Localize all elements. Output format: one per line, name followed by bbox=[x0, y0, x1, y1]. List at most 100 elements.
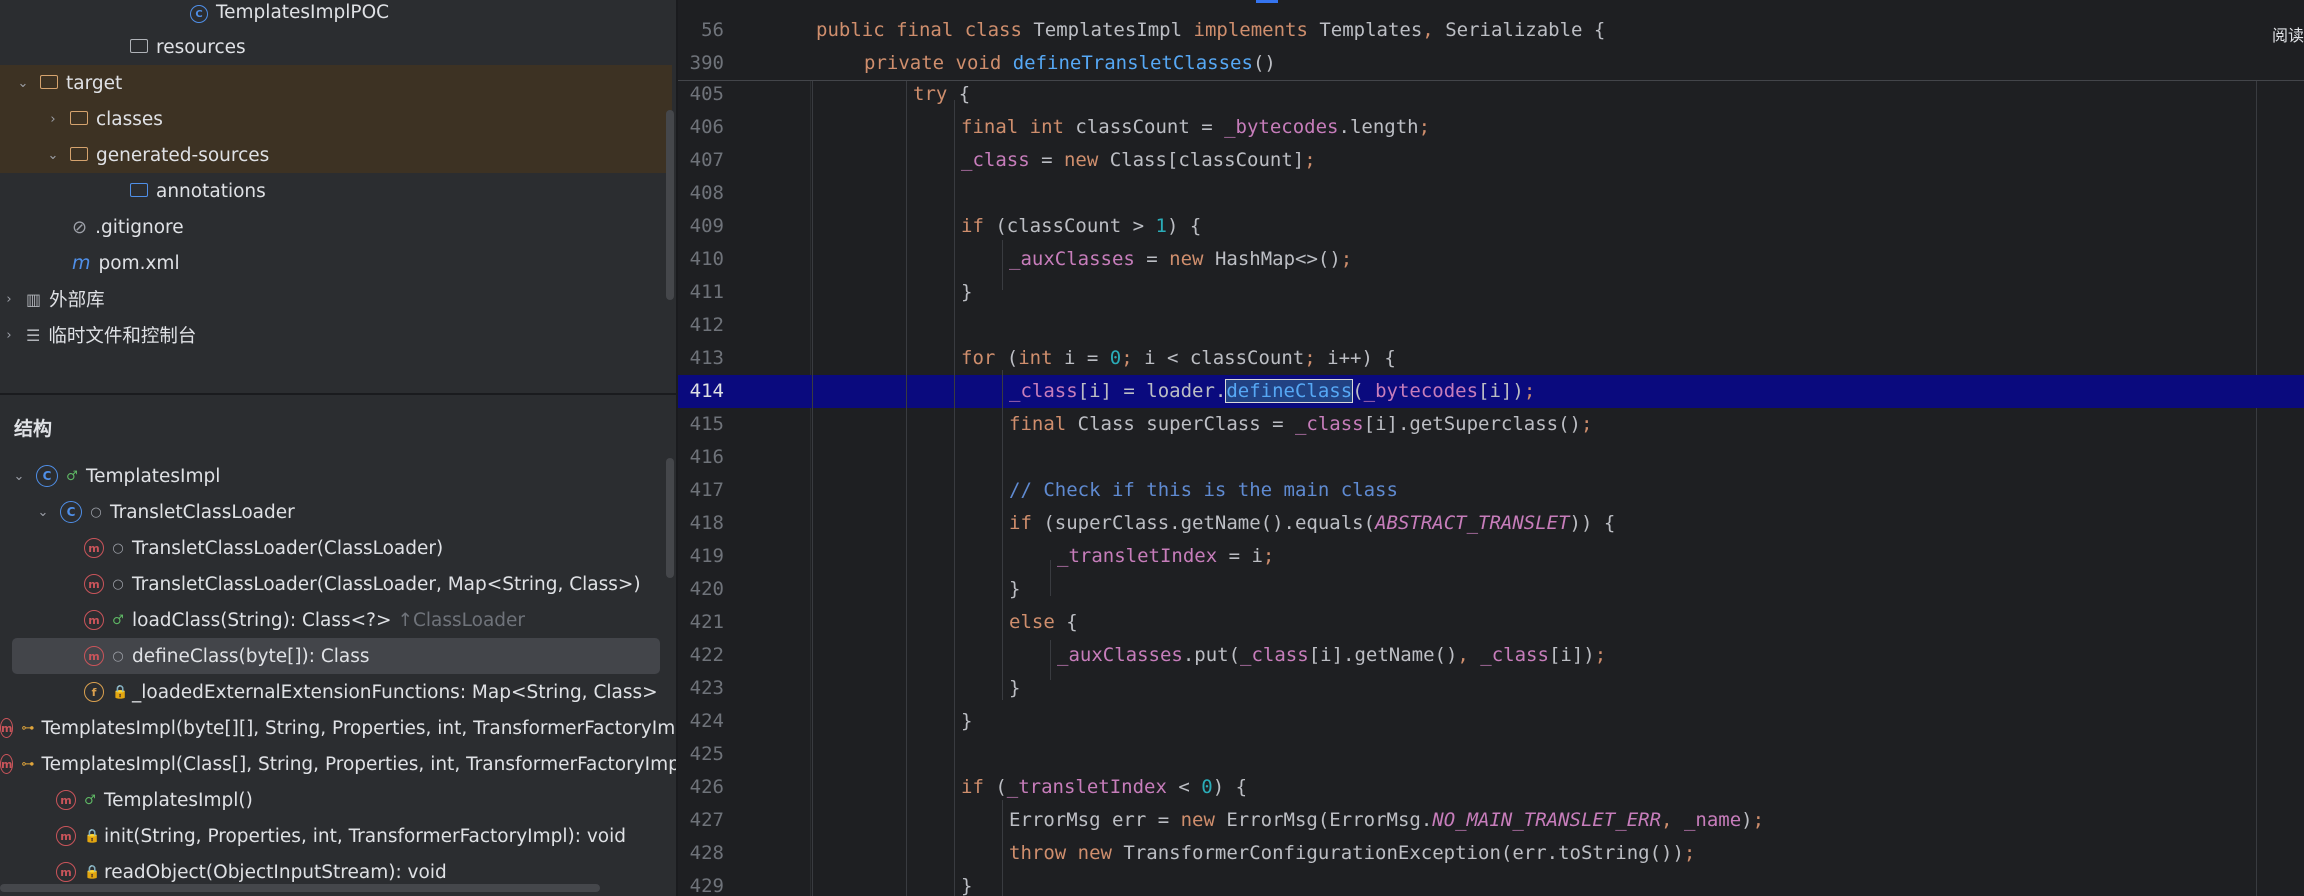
code-line[interactable]: 407 _class = new Class[classCount]; bbox=[678, 144, 2304, 177]
code-token: ; bbox=[1304, 149, 1316, 171]
folder-icon bbox=[40, 73, 58, 94]
structure-item-label: defineClass(byte[]): Class bbox=[132, 645, 370, 667]
code-line[interactable]: 422 _auxClasses.put(_class[i].getName(), … bbox=[678, 639, 2304, 672]
code-token: ; bbox=[1121, 347, 1145, 369]
code-line[interactable]: 427 ErrorMsg err = new ErrorMsg(ErrorMsg.… bbox=[678, 804, 2304, 837]
current-code-line[interactable]: 414 _class[i] = loader.defineClass(_bytec… bbox=[678, 375, 2304, 408]
line-number: 429 bbox=[689, 875, 724, 896]
code-token: final bbox=[1009, 413, 1078, 435]
code-text: } bbox=[961, 705, 972, 738]
expand-arrow-icon[interactable]: ⌄ bbox=[10, 469, 28, 484]
code-token: (classCount > bbox=[995, 215, 1156, 237]
code-text: final Class superClass = _class[i].getSu… bbox=[1009, 408, 1592, 441]
code-line[interactable]: 416 bbox=[678, 441, 2304, 474]
line-number: 428 bbox=[689, 842, 724, 864]
structure-item[interactable]: m ○ TransletClassLoader(ClassLoader) bbox=[0, 530, 672, 566]
structure-item[interactable]: m ○ TransletClassLoader(ClassLoader, Map<S… bbox=[0, 566, 672, 602]
code-token: { bbox=[958, 83, 971, 105]
collapse-arrow-icon[interactable]: › bbox=[0, 292, 18, 307]
sticky-line[interactable]: 56 public final class TemplatesImpl imple… bbox=[678, 14, 2304, 47]
tree-item[interactable]: ⊘ .gitignore bbox=[0, 209, 672, 245]
code-line[interactable]: 409 if (classCount > 1) { bbox=[678, 210, 2304, 243]
collapse-arrow-icon[interactable]: › bbox=[44, 112, 62, 127]
sticky-line[interactable]: 390 private void defineTransletClasses() bbox=[678, 47, 2304, 80]
structure-item[interactable]: ⌄ C ♂ TemplatesImpl bbox=[0, 458, 672, 494]
code-token: } bbox=[961, 875, 973, 896]
code-token: (superClass.getName().equals( bbox=[1043, 512, 1376, 534]
structure-scrollbar[interactable] bbox=[666, 458, 674, 578]
tree-item[interactable]: › ☰ 临时文件和控制台 bbox=[0, 317, 672, 353]
structure-item-label: TransletClassLoader(ClassLoader) bbox=[132, 537, 444, 559]
code-line[interactable]: 413 for (int i = 0; i < classCount; i++) … bbox=[678, 342, 2304, 375]
line-number: 420 bbox=[689, 578, 724, 600]
code-line[interactable]: 405 try { bbox=[678, 78, 2304, 111]
project-scrollbar[interactable] bbox=[666, 110, 674, 300]
expand-arrow-icon[interactable]: ⌄ bbox=[14, 76, 32, 91]
code-token: private void bbox=[864, 52, 1013, 74]
code-line[interactable]: 412 bbox=[678, 309, 2304, 342]
code-token: )) { bbox=[1569, 512, 1616, 534]
structure-item[interactable]: f 🔒 _loadedExternalExtensionFunctions: Map… bbox=[0, 674, 672, 710]
structure-item[interactable]: ⌄ C ○ TransletClassLoader bbox=[0, 494, 672, 530]
code-token: } bbox=[961, 281, 973, 303]
reader-mode-toggle[interactable]: 阅读 bbox=[2272, 22, 2304, 46]
protected-modifier-icon: ⊶ bbox=[21, 720, 35, 736]
line-number: 424 bbox=[689, 710, 724, 732]
code-line[interactable]: 425 bbox=[678, 738, 2304, 771]
code-token: [i]) bbox=[1478, 380, 1524, 402]
code-token: 0 bbox=[1109, 347, 1122, 369]
code-line[interactable]: 406 final int classCount = _bytecodes.len… bbox=[678, 111, 2304, 144]
code-editor[interactable]: 405 try {406 final int classCount = _bytec… bbox=[678, 0, 2304, 896]
tree-item[interactable]: ⌄ generated-sources bbox=[0, 137, 672, 173]
code-token: ; bbox=[1580, 413, 1593, 435]
structure-item[interactable]: m ⊶ TemplatesImpl(byte[][], String, Proper… bbox=[0, 710, 678, 746]
tree-item[interactable]: resources bbox=[0, 29, 672, 65]
code-token: implements bbox=[1193, 19, 1320, 41]
inherited-from-label: ↑ClassLoader bbox=[397, 609, 526, 631]
code-line[interactable]: 408 bbox=[678, 177, 2304, 210]
code-token: public final class bbox=[816, 19, 1034, 41]
code-line[interactable]: 420} bbox=[678, 573, 2304, 606]
tree-item[interactable]: C TemplatesImplPOC bbox=[0, 0, 672, 30]
code-token: HashMap<>() bbox=[1214, 248, 1341, 270]
code-line[interactable]: 423} bbox=[678, 672, 2304, 705]
tree-item[interactable]: ⌄ target bbox=[0, 65, 672, 101]
tree-item[interactable]: › ▥ 外部库 bbox=[0, 281, 672, 317]
code-line[interactable]: 415 final Class superClass = _class[i].ge… bbox=[678, 408, 2304, 441]
code-token: ErrorMsg err = bbox=[1009, 809, 1181, 831]
pane-divider[interactable] bbox=[0, 393, 678, 395]
tree-item[interactable]: m pom.xml bbox=[0, 245, 672, 281]
code-line[interactable]: 411} bbox=[678, 276, 2304, 309]
tree-item[interactable]: › classes bbox=[0, 101, 672, 137]
expand-arrow-icon[interactable]: ⌄ bbox=[34, 505, 52, 520]
code-token: ; bbox=[1304, 347, 1328, 369]
code-text: _class = new Class[classCount]; bbox=[961, 144, 1316, 177]
structure-horizontal-scrollbar[interactable] bbox=[0, 884, 600, 892]
code-line[interactable]: 428 throw new TransformerConfigurationExc… bbox=[678, 837, 2304, 870]
code-token: ) { bbox=[1166, 215, 1202, 237]
structure-item[interactable]: m ♂ loadClass(String): Class<?> ↑ClassLoade… bbox=[0, 602, 672, 638]
code-text: else { bbox=[1009, 606, 1078, 639]
structure-item[interactable]: m 🔒 init(String, Properties, int, Transfor… bbox=[0, 818, 672, 854]
code-token: _auxClasses bbox=[1057, 644, 1183, 666]
code-token: defineTransletClasses bbox=[1012, 52, 1253, 74]
code-line[interactable]: 429} bbox=[678, 870, 2304, 896]
structure-item-selected[interactable]: m ○ defineClass(byte[]): Class bbox=[12, 638, 660, 674]
code-line[interactable]: 418 if (superClass.getName().equals(ABSTR… bbox=[678, 507, 2304, 540]
structure-item-label: TemplatesImpl(Class[], String, Propertie… bbox=[41, 753, 678, 775]
code-line[interactable]: 421 else { bbox=[678, 606, 2304, 639]
tree-item[interactable]: annotations bbox=[0, 173, 672, 209]
expand-arrow-icon[interactable]: ⌄ bbox=[44, 148, 62, 163]
code-line[interactable]: 419 _transletIndex = i; bbox=[678, 540, 2304, 573]
code-line[interactable]: 424} bbox=[678, 705, 2304, 738]
line-number: 415 bbox=[689, 413, 724, 435]
code-line[interactable]: 410 _auxClasses = new HashMap<>(); bbox=[678, 243, 2304, 276]
folder-icon bbox=[70, 109, 88, 130]
structure-item[interactable]: m ♂ TemplatesImpl() bbox=[0, 782, 672, 818]
sticky-lines[interactable]: 56 public final class TemplatesImpl imple… bbox=[678, 0, 2304, 81]
code-line[interactable]: 417 // Check if this is the main class bbox=[678, 474, 2304, 507]
code-line[interactable]: 426 if (_transletIndex < 0) { bbox=[678, 771, 2304, 804]
code-token: [i]) bbox=[1548, 644, 1595, 666]
structure-item[interactable]: m ⊶ TemplatesImpl(Class[], String, Propert… bbox=[0, 746, 678, 782]
collapse-arrow-icon[interactable]: › bbox=[0, 328, 18, 343]
